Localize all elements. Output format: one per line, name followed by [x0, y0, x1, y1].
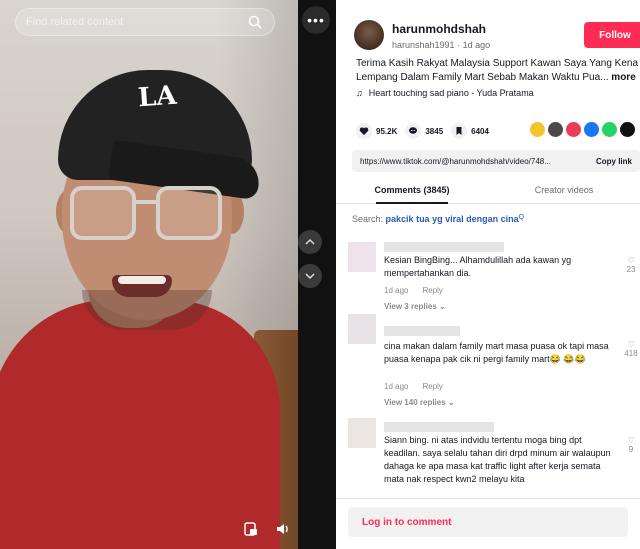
video-player[interactable]: LA Find related content	[0, 0, 298, 549]
comment-time: 1d ago	[384, 286, 409, 295]
commenter-name-redacted	[384, 422, 494, 432]
comment-text: Siann bing. ni atas indvidu tertentu mog…	[384, 435, 611, 484]
share-embed-icon[interactable]	[548, 122, 563, 137]
comment-count: 3845	[425, 126, 444, 136]
comment-list: Kesian BingBing... Alhamdulillah ada kaw…	[336, 236, 640, 498]
comment-like[interactable]: ♡ 23	[624, 256, 638, 274]
author-avatar[interactable]	[354, 20, 384, 50]
author-handle[interactable]: harunshah1991	[392, 40, 455, 50]
glasses-left-lens	[70, 186, 136, 240]
details-panel: harunmohdshah harunshah1991 · 1d ago Fol…	[336, 0, 640, 549]
login-bar: Log in to comment	[336, 498, 640, 549]
share-whatsapp-icon[interactable]	[602, 122, 617, 137]
comment-like-count: 23	[626, 265, 636, 274]
comment-like-count: 9	[628, 445, 634, 454]
caption-text: Terima Kasih Rakyat Malaysia Support Kaw…	[356, 58, 639, 83]
more-options-icon[interactable]: •••	[302, 6, 330, 34]
comment-text: Kesian BingBing... Alhamdulillah ada kaw…	[384, 255, 572, 278]
like-stat[interactable]: 95.2K	[356, 123, 397, 139]
follow-button[interactable]: Follow	[584, 22, 640, 48]
picture-in-picture-icon[interactable]	[242, 521, 260, 539]
author-subline: harunshah1991 · 1d ago	[392, 40, 491, 50]
search-sparkle-icon: Q	[518, 214, 525, 221]
view-replies-button[interactable]: View 140 replies ⌄	[384, 398, 455, 407]
reply-button[interactable]: Reply	[422, 286, 442, 295]
teeth	[118, 276, 166, 284]
tab-creator-videos[interactable]: Creator videos	[488, 176, 640, 203]
video-url-bar: https://www.tiktok.com/@harunmohdshah/vi…	[352, 150, 640, 172]
heart-outline-icon[interactable]: ♡	[624, 256, 638, 265]
comment-like-count: 418	[624, 349, 638, 358]
related-search-prefix: Search:	[352, 214, 384, 224]
search-icon[interactable]	[246, 13, 264, 31]
music-info[interactable]: ♫ Heart touching sad piano - Yuda Pratam…	[356, 88, 534, 98]
heart-icon[interactable]	[356, 123, 372, 139]
next-video-button[interactable]	[298, 264, 322, 288]
glasses-bridge	[134, 200, 156, 204]
heart-outline-icon[interactable]: ♡	[624, 340, 638, 349]
commenter-name-redacted	[384, 242, 504, 252]
glasses-right-lens	[156, 186, 222, 240]
share-coin-icon[interactable]	[530, 122, 545, 137]
reply-button[interactable]: Reply	[422, 382, 442, 391]
panel-tabs: Comments (3845) Creator videos	[336, 176, 640, 204]
commenter-avatar[interactable]	[348, 418, 376, 448]
related-search[interactable]: Search: pakcik tua yg viral dengan cinaQ	[352, 214, 524, 224]
person-in-video: LA	[0, 0, 298, 549]
share-send-icon[interactable]	[566, 122, 581, 137]
engagement-stats: 95.2K 3845 6404	[356, 122, 489, 140]
volume-icon[interactable]	[274, 521, 292, 539]
previous-video-button[interactable]	[298, 230, 322, 254]
caption-more-link[interactable]: more	[611, 72, 635, 83]
chevron-down-icon	[305, 273, 315, 280]
comment-icon[interactable]	[405, 123, 422, 139]
comment-time: 1d ago	[384, 382, 409, 391]
like-count: 95.2K	[376, 126, 398, 136]
comment-like[interactable]: ♡ 418	[624, 340, 638, 358]
search-placeholder: Find related content	[26, 16, 124, 28]
share-buttons	[530, 122, 635, 137]
related-search-input[interactable]: Find related content	[15, 8, 275, 36]
commenter-avatar[interactable]	[348, 314, 376, 344]
save-count: 6404	[471, 126, 489, 136]
video-caption: Terima Kasih Rakyat Malaysia Support Kaw…	[356, 57, 640, 85]
video-url[interactable]: https://www.tiktok.com/@harunmohdshah/vi…	[360, 157, 596, 166]
share-facebook-icon[interactable]	[584, 122, 599, 137]
login-to-comment-button[interactable]: Log in to comment	[348, 507, 628, 537]
cap-logo: LA	[137, 80, 178, 114]
related-search-query[interactable]: pakcik tua yg viral dengan cina	[386, 214, 519, 224]
commenter-name-redacted	[384, 326, 460, 336]
comment-meta: 1d ago Reply	[384, 382, 443, 391]
comment-like[interactable]: ♡ 9	[624, 436, 638, 454]
view-replies-button[interactable]: View 3 replies ⌄	[384, 302, 446, 311]
comment-text: cina makan dalam family mart masa puasa …	[384, 341, 609, 364]
chevron-up-icon	[305, 238, 315, 245]
video-controls	[242, 521, 292, 539]
commenter-avatar[interactable]	[348, 242, 376, 272]
copy-link-button[interactable]: Copy link	[596, 157, 632, 166]
music-title[interactable]: Heart touching sad piano - Yuda Pratama	[369, 88, 534, 98]
tab-comments[interactable]: Comments (3845)	[336, 176, 488, 204]
heart-outline-icon[interactable]: ♡	[624, 436, 638, 445]
music-note-icon: ♫	[356, 88, 363, 98]
share-more-icon[interactable]	[620, 122, 635, 137]
save-stat[interactable]: 6404	[451, 123, 489, 139]
author-username[interactable]: harunmohdshah	[392, 22, 486, 36]
comment-stat[interactable]: 3845	[405, 123, 443, 139]
post-time: 1d ago	[462, 40, 491, 50]
bookmark-icon[interactable]	[451, 123, 468, 139]
comment-meta: 1d ago Reply	[384, 286, 443, 295]
shirt	[0, 300, 280, 549]
